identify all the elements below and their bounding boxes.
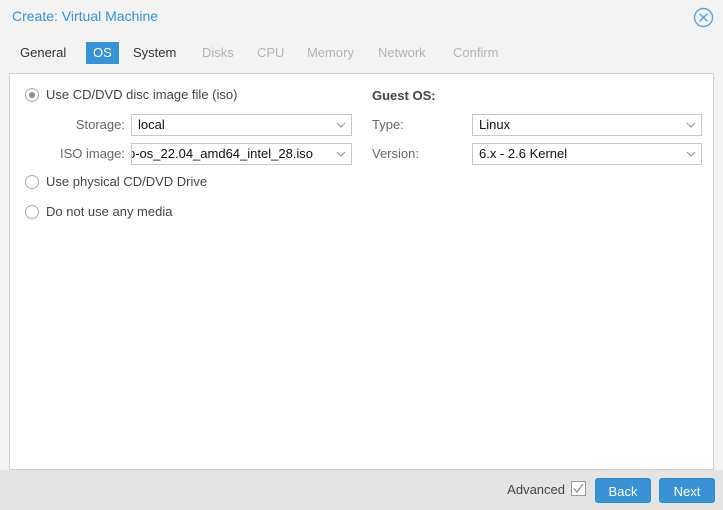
- create-vm-dialog: Create: Virtual Machine General OS Syste…: [0, 0, 723, 510]
- guest-os-type-label: Type:: [372, 117, 404, 132]
- chevron-down-icon: [686, 150, 696, 158]
- back-button[interactable]: Back: [595, 478, 651, 503]
- guest-os-heading: Guest OS:: [372, 88, 436, 103]
- tab-memory: Memory: [307, 45, 354, 60]
- chevron-down-icon: [336, 121, 346, 129]
- dialog-footer: Advanced Back Next: [0, 470, 723, 510]
- radio-no-media-label: Do not use any media: [46, 204, 173, 219]
- tab-disks: Disks: [202, 45, 234, 60]
- tab-os[interactable]: OS: [86, 42, 119, 64]
- dialog-titlebar: Create: Virtual Machine: [0, 0, 723, 36]
- iso-image-label: ISO image:: [59, 146, 125, 161]
- storage-label: Storage:: [75, 117, 125, 132]
- storage-select[interactable]: local: [131, 114, 352, 136]
- dialog-title: Create: Virtual Machine: [12, 8, 159, 24]
- radio-indicator: [25, 205, 39, 219]
- guest-os-version-select[interactable]: 6.x - 2.6 Kernel: [472, 143, 702, 165]
- radio-use-iso-file-label: Use CD/DVD disc image file (iso): [46, 87, 238, 102]
- tab-cpu: CPU: [257, 45, 285, 60]
- wizard-tabs: General OS System Disks CPU Memory Netwo…: [0, 38, 723, 70]
- guest-os-version-label: Version:: [372, 146, 419, 161]
- radio-use-physical-drive-label: Use physical CD/DVD Drive: [46, 174, 208, 189]
- iso-image-select[interactable]: p-os_22.04_amd64_intel_28.iso: [131, 143, 352, 165]
- next-button[interactable]: Next: [659, 478, 715, 503]
- advanced-label: Advanced: [507, 482, 565, 497]
- radio-indicator: [25, 175, 39, 189]
- tab-system[interactable]: System: [126, 42, 183, 64]
- os-tab-panel: Use CD/DVD disc image file (iso) Storage…: [9, 73, 714, 470]
- advanced-checkbox[interactable]: [571, 481, 586, 496]
- guest-os-type-value: Linux: [479, 117, 511, 132]
- radio-indicator: [25, 88, 39, 102]
- guest-os-version-value: 6.x - 2.6 Kernel: [479, 146, 568, 161]
- close-icon[interactable]: [693, 7, 714, 28]
- iso-image-value: p-os_22.04_amd64_intel_28.iso: [132, 146, 314, 161]
- tab-network: Network: [378, 45, 426, 60]
- tab-general[interactable]: General: [13, 42, 73, 64]
- guest-os-type-select[interactable]: Linux: [472, 114, 702, 136]
- chevron-down-icon: [686, 121, 696, 129]
- storage-value: local: [138, 117, 165, 132]
- chevron-down-icon: [336, 150, 346, 158]
- tab-confirm: Confirm: [453, 45, 499, 60]
